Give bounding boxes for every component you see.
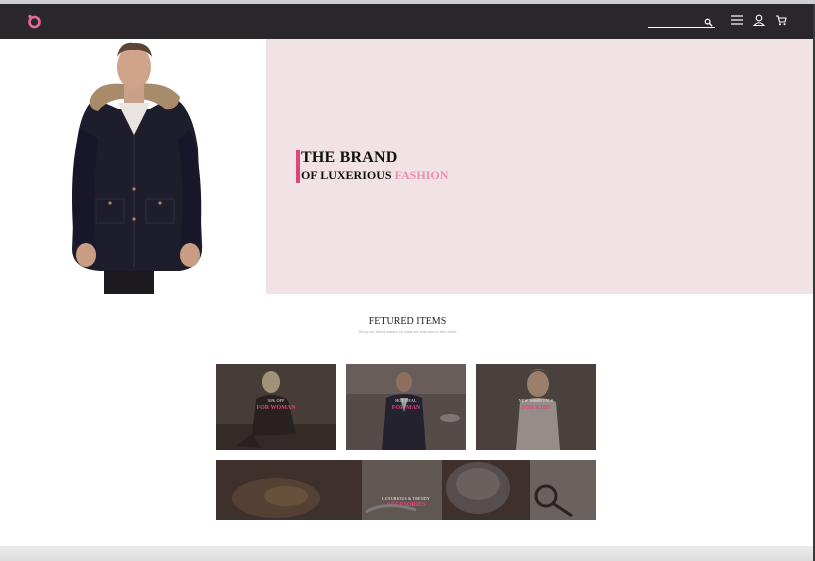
tile-overlay [216,460,596,520]
tile-label: FOR KIDS [521,405,551,411]
footer-band [0,546,813,561]
featured-tile-kids[interactable]: NEW ARRRIVALS FOR KIDS [476,364,596,450]
site-header [0,4,813,39]
tile-caption: NEW ARRRIVALS [518,398,554,403]
tile-caption: 30% OFF [267,398,285,403]
tile-label: ACCESORIES [386,502,426,508]
featured-title: FETURED ITEMS [368,316,447,327]
brand-logo-icon[interactable] [26,13,42,29]
hero-subtitle-accent: FASHION [394,168,449,182]
cart-icon[interactable] [774,14,788,26]
tile-caption: HOT DEAL [395,398,417,403]
featured-tile-man[interactable]: HOT DEAL FOR MAN [346,364,466,450]
featured-subtitle: Shop our items based on what we featured… [358,329,457,334]
tile-label: FOR WOMAN [256,405,296,411]
user-icon[interactable] [752,14,766,26]
tile-caption: LUXURIOUS & TRENDY [382,496,430,501]
menu-icon[interactable] [730,14,744,26]
search-icon[interactable] [704,18,713,27]
hero-subtitle-text: OF LUXERIOUS [301,168,395,182]
search-input[interactable] [648,18,702,31]
tile-label: FOR MAN [391,405,421,411]
featured-tile-accessories[interactable]: LUXURIOUS & TRENDY ACCESORIES [216,460,596,520]
hero-model-image [0,39,266,294]
featured-tile-woman[interactable]: 30% OFF FOR WOMAN [216,364,336,450]
search-box[interactable] [648,14,715,31]
hero-title: THE BRAND [301,149,398,166]
hero-banner: THE BRAND OF LUXERIOUS FASHION [266,39,813,294]
man-in-parka-photo [72,42,203,294]
hero-accent-bar [296,150,300,183]
hero-subtitle: OF LUXERIOUS FASHION [301,168,448,183]
